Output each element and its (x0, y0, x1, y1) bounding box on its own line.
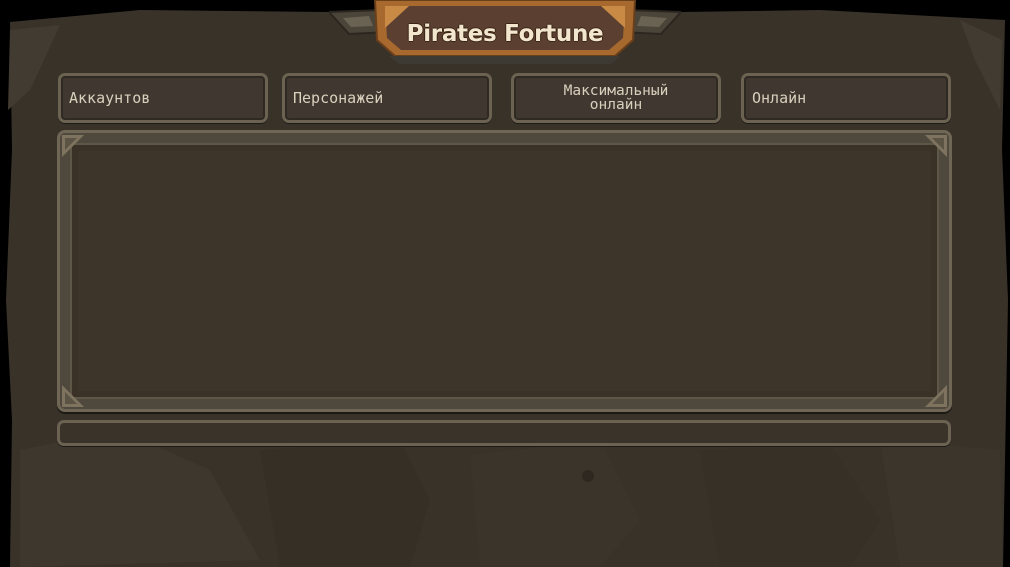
main-content-area (70, 143, 939, 399)
tab-online-label: Онлайн (752, 89, 807, 107)
tab-accounts[interactable]: Аккаунтов (58, 73, 268, 123)
tab-characters-label: Персонажей (293, 89, 384, 107)
tab-characters[interactable]: Персонажей (282, 73, 492, 123)
game-title: Pirates Fortune (406, 21, 604, 47)
corner-ornament-icon (925, 385, 947, 407)
corner-ornament-icon (62, 135, 84, 157)
tab-max-online[interactable]: Максимальный онлайн (511, 73, 721, 123)
tab-accounts-label: Аккаунтов (69, 89, 151, 107)
corner-ornament-icon (925, 135, 947, 157)
corner-ornament-icon (62, 385, 84, 407)
progress-bar (57, 420, 951, 446)
title-banner: Pirates Fortune (329, 0, 681, 66)
tab-online[interactable]: Онлайн (741, 73, 951, 123)
main-content-panel (57, 130, 952, 412)
tab-max-online-label: Максимальный онлайн (563, 83, 669, 113)
